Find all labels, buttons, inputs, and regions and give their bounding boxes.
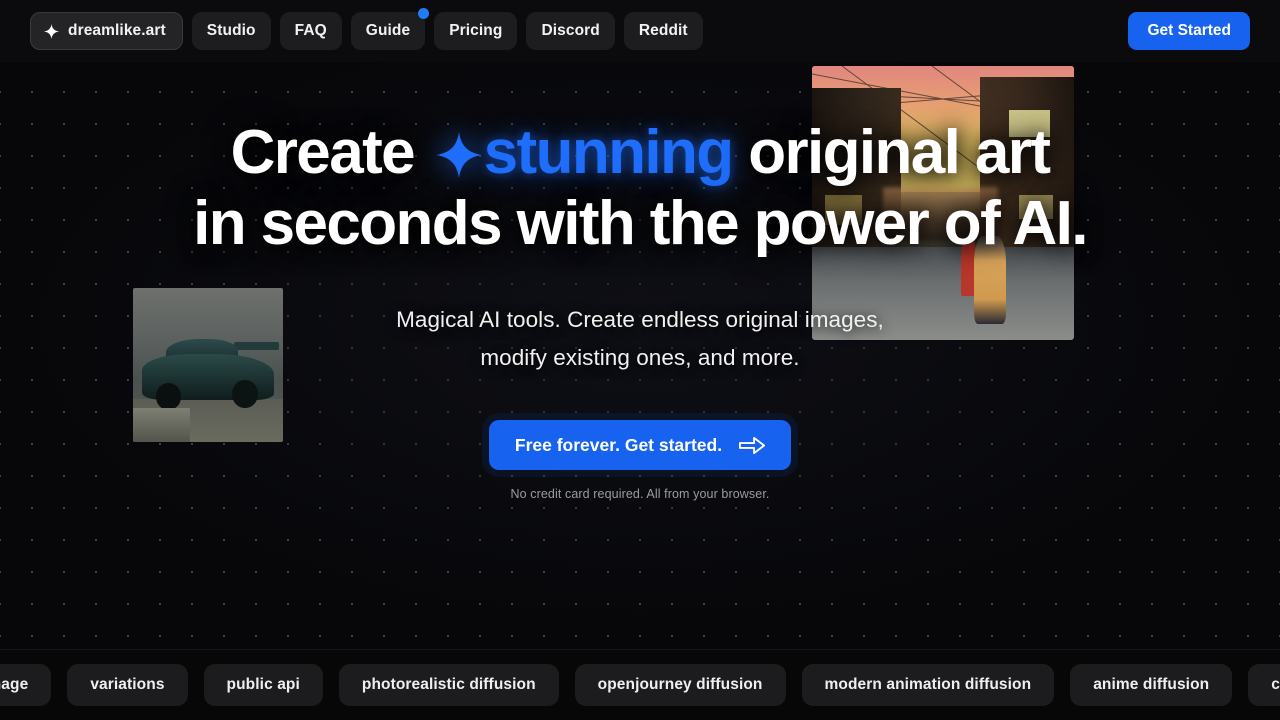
hero-subtitle-line-1: Magical AI tools. Create endless origina… [396, 301, 884, 338]
tag-photorealistic-diffusion[interactable]: photorealistic diffusion [339, 664, 559, 706]
hero-section: Create stunning original art in seconds … [0, 62, 1280, 648]
notification-dot-icon [418, 8, 429, 19]
nav-item-studio[interactable]: Studio [192, 12, 271, 50]
logo-label: dreamlike.art [68, 22, 166, 40]
headline-accent-word: stunning [484, 118, 733, 187]
page-title: Create stunning original art in seconds … [193, 118, 1087, 259]
nav-item-reddit[interactable]: Reddit [624, 12, 703, 50]
nav-item-label: Guide [366, 22, 410, 40]
logo-button[interactable]: dreamlike.art [30, 12, 183, 50]
headline-text-pre: Create [231, 118, 430, 187]
free-forever-get-started-button[interactable]: Free forever. Get started. [489, 420, 791, 470]
nav-item-pricing[interactable]: Pricing [434, 12, 517, 50]
headline-text-post: original art [733, 118, 1050, 187]
nav-item-faq[interactable]: FAQ [280, 12, 342, 50]
hero-subtitle-line-2: modify existing ones, and more. [396, 339, 884, 376]
nav-item-discord[interactable]: Discord [526, 12, 614, 50]
nav-item-label: FAQ [295, 22, 327, 40]
tag-public-api[interactable]: public api [204, 664, 323, 706]
cta-label: Free forever. Get started. [515, 435, 722, 456]
cta-disclaimer: No credit card required. All from your b… [511, 487, 770, 501]
sparkle-star-icon [436, 132, 482, 178]
tag-comic-diffusion[interactable]: comic diffusion [1248, 664, 1280, 706]
sparkle-star-icon [44, 24, 59, 39]
tag-modern-animation-diffusion[interactable]: modern animation diffusion [802, 664, 1055, 706]
tag-rail[interactable]: image variations public api photorealist… [0, 649, 1280, 720]
arrow-right-icon [739, 436, 765, 455]
nav-item-label: Studio [207, 22, 256, 40]
nav-item-guide[interactable]: Guide [351, 12, 425, 50]
page-root: dreamlike.art Studio FAQ Guide Pricing D… [0, 0, 1280, 720]
tag-anime-diffusion[interactable]: anime diffusion [1070, 664, 1232, 706]
nav-item-label: Discord [541, 22, 599, 40]
tag-image[interactable]: image [0, 664, 51, 706]
tag-variations[interactable]: variations [67, 664, 187, 706]
tag-openjourney-diffusion[interactable]: openjourney diffusion [575, 664, 786, 706]
get-started-button[interactable]: Get Started [1128, 12, 1250, 50]
hero-cta-group: Free forever. Get started. No credit car… [489, 420, 791, 501]
tag-rail-track: image variations public api photorealist… [0, 664, 1280, 706]
navbar-links: dreamlike.art Studio FAQ Guide Pricing D… [30, 12, 703, 50]
top-navbar: dreamlike.art Studio FAQ Guide Pricing D… [0, 0, 1280, 62]
nav-item-label: Reddit [639, 22, 688, 40]
navbar-actions: Get Started [1128, 12, 1250, 50]
headline-line-2: in seconds with the power of AI. [193, 189, 1087, 260]
nav-item-label: Pricing [449, 22, 502, 40]
headline-line-1: Create stunning original art [193, 118, 1087, 189]
hero-subtitle: Magical AI tools. Create endless origina… [396, 301, 884, 376]
